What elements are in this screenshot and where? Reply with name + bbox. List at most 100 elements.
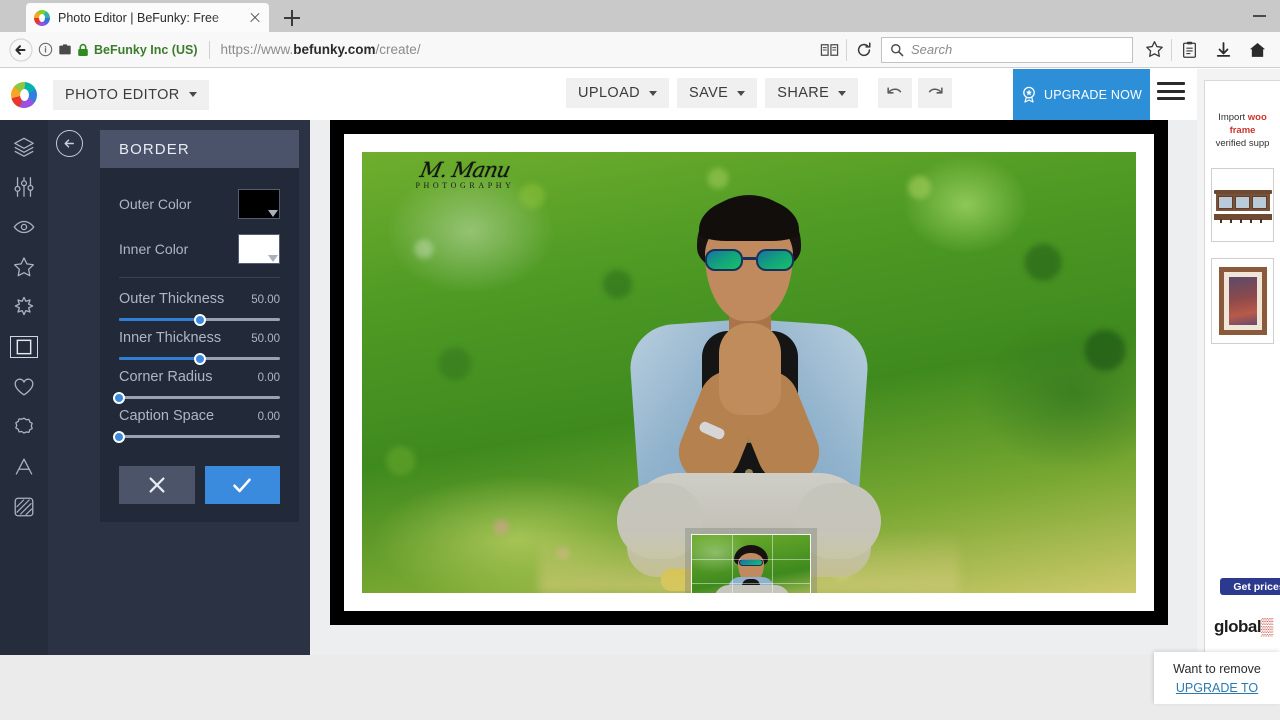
sidebar-item-textures[interactable]: [4, 490, 44, 524]
panel-actions: [119, 466, 280, 504]
reload-icon[interactable]: [847, 35, 881, 65]
panel-divider: [119, 277, 280, 278]
minimize-icon[interactable]: [1253, 15, 1266, 17]
advertisement-card[interactable]: Import woo frame verified supp Get price…: [1204, 80, 1280, 655]
heart-icon: [14, 378, 34, 396]
corner-radius-label: Corner Radius: [119, 369, 213, 385]
sidebar-item-text[interactable]: [4, 450, 44, 484]
redo-icon[interactable]: [918, 78, 953, 108]
sidebar-item-layers[interactable]: [4, 130, 44, 164]
caption-space-slider-row: Caption Space 0.00: [113, 399, 280, 443]
chevron-down-icon: [188, 92, 197, 97]
sidebar-item-artsy[interactable]: [4, 250, 44, 284]
wooden-picture-frame-image: [1218, 267, 1267, 335]
save-label: SAVE: [689, 85, 729, 101]
back-arrow-circle-icon[interactable]: [56, 130, 83, 157]
upload-menu-button[interactable]: UPLOAD: [566, 78, 670, 108]
corner-radius-slider[interactable]: [113, 391, 280, 404]
slider-handle[interactable]: [193, 352, 206, 365]
corner-radius-value: 0.00: [257, 372, 280, 384]
undo-icon[interactable]: [878, 78, 913, 108]
befunky-logo-icon: [11, 81, 37, 108]
ad-product-image-2[interactable]: [1211, 258, 1274, 344]
caption-space-value: 0.00: [257, 411, 280, 423]
inner-color-row: Inner Color: [119, 226, 280, 271]
remove-ads-banner: Want to remove UPGRADE TO: [1154, 652, 1280, 704]
sparkle-icon: [14, 296, 34, 316]
photo-image[interactable]: M. Manu PHOTOGRAPHY: [362, 152, 1136, 593]
badge-icon: [1023, 86, 1035, 103]
eye-icon: [13, 220, 35, 234]
browser-window: Photo Editor | BeFunky: Free BeFunky Inc…: [0, 0, 1280, 720]
sidebar-item-badges[interactable]: [4, 410, 44, 444]
ad-product-image-1[interactable]: [1211, 168, 1274, 242]
close-icon[interactable]: [247, 10, 263, 26]
banner-text: Want to remove: [1173, 661, 1261, 676]
chevron-down-icon: [838, 90, 847, 96]
upgrade-now-button[interactable]: UPGRADE NOW: [1013, 69, 1150, 120]
outer-thickness-value: 50.00: [251, 294, 280, 306]
crop-grid: [692, 535, 810, 593]
image-preview-thumbnail[interactable]: [691, 534, 811, 593]
browser-tab[interactable]: Photo Editor | BeFunky: Free: [26, 3, 269, 32]
slider-handle[interactable]: [193, 313, 206, 326]
sliders-icon: [14, 177, 34, 197]
menu-icon[interactable]: [1157, 80, 1185, 102]
banner-upgrade-link[interactable]: UPGRADE TO: [1176, 681, 1258, 695]
cancel-button[interactable]: [119, 466, 195, 504]
page-icon[interactable]: [58, 43, 72, 57]
search-input[interactable]: Search: [881, 36, 1133, 63]
panel-body: Outer Color Inner Color Outer Thickness: [100, 168, 299, 504]
url-bar[interactable]: BeFunky Inc (US) https://www.befunky.com…: [38, 37, 806, 63]
caption-space-label: Caption Space: [119, 408, 215, 424]
upload-label: UPLOAD: [578, 85, 641, 101]
tool-panel-column: BORDER Outer Color Inner Color Outer Thi…: [48, 120, 310, 655]
info-icon[interactable]: [38, 42, 53, 57]
photo-subject: [539, 173, 959, 593]
sidebar-item-adjust[interactable]: [4, 170, 44, 204]
sunglasses: [705, 249, 794, 272]
ad-headline-line2: frame: [1229, 125, 1256, 136]
border-panel: BORDER Outer Color Inner Color Outer Thi…: [100, 130, 299, 522]
mode-label: PHOTO EDITOR: [65, 86, 180, 103]
browser-nav-actions: Search: [812, 32, 1280, 68]
save-menu-button[interactable]: SAVE: [677, 78, 758, 108]
outer-thickness-label: Outer Thickness: [119, 291, 225, 307]
page-bottom-area: [0, 655, 1280, 720]
back-arrow-icon[interactable]: [8, 37, 34, 63]
inner-color-label: Inner Color: [119, 240, 189, 257]
chevron-down-icon: [649, 90, 658, 96]
slider-handle[interactable]: [113, 391, 125, 404]
outer-color-swatch[interactable]: [238, 188, 280, 219]
ad-headline-line1-highlight: woo: [1247, 112, 1267, 123]
outer-thickness-slider[interactable]: [119, 313, 280, 326]
check-icon: [233, 478, 252, 493]
get-prices-button[interactable]: Get prices: [1220, 578, 1280, 595]
star-icon[interactable]: [1137, 35, 1171, 65]
caption-space-slider[interactable]: [113, 430, 280, 443]
new-tab-icon[interactable]: [281, 7, 303, 29]
photo-editor-mode-dropdown[interactable]: PHOTO EDITOR: [53, 79, 209, 110]
inner-color-swatch[interactable]: [238, 233, 280, 264]
lock-icon: [77, 43, 89, 57]
outer-color-label: Outer Color: [119, 195, 192, 212]
sidebar-item-effects[interactable]: [4, 210, 44, 244]
home-icon[interactable]: [1240, 35, 1274, 65]
share-menu-button[interactable]: SHARE: [765, 78, 859, 108]
site-owner-label: BeFunky Inc (US): [94, 42, 198, 57]
editor-canvas[interactable]: M. Manu PHOTOGRAPHY: [310, 120, 1197, 655]
sidebar-item-graphics[interactable]: [4, 370, 44, 404]
apply-button[interactable]: [204, 466, 280, 504]
inner-thickness-slider[interactable]: [119, 352, 280, 365]
slider-handle[interactable]: [113, 430, 125, 443]
inner-thickness-label: Inner Thickness: [119, 330, 222, 346]
undo-redo-group: [878, 78, 953, 108]
reader-view-icon[interactable]: [812, 35, 846, 65]
ad-headline-line1-plain: Import: [1218, 112, 1248, 123]
download-icon[interactable]: [1206, 35, 1240, 65]
sidebar-item-frames[interactable]: [4, 330, 44, 364]
slider-fill: [119, 357, 200, 360]
search-icon: [891, 43, 904, 56]
library-icon[interactable]: [1172, 35, 1206, 65]
sidebar-item-overlays[interactable]: [4, 290, 44, 324]
